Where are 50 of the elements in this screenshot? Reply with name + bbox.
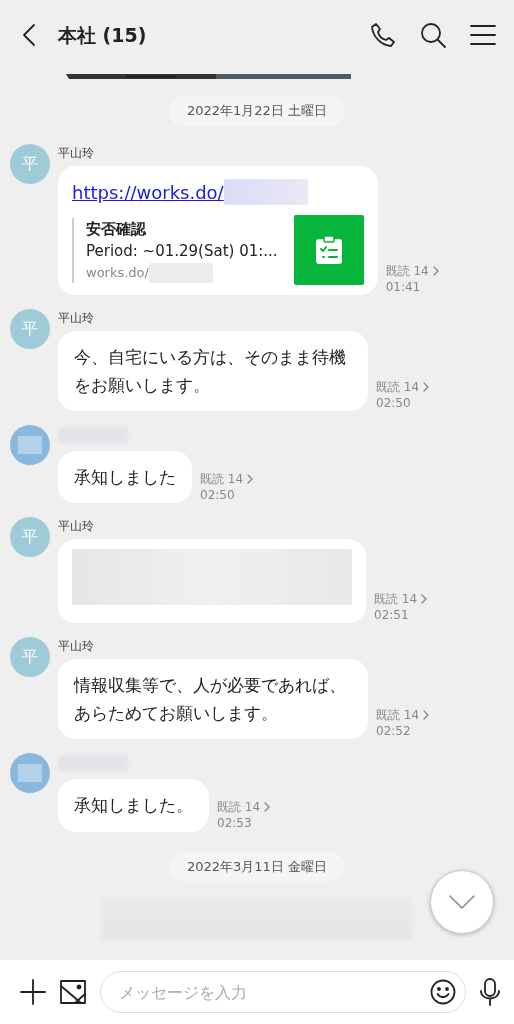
avatar: 平	[10, 143, 50, 184]
clipboard-icon	[314, 235, 343, 266]
chevron-right-icon	[247, 474, 254, 485]
message-time: 02:50	[200, 487, 236, 504]
search-icon[interactable]	[420, 22, 446, 48]
message-time: 01:41	[385, 279, 422, 296]
read-count[interactable]: 既読 14	[374, 591, 418, 608]
image-icon[interactable]	[60, 980, 86, 1004]
preview-domain: works.do/	[86, 263, 149, 282]
date-label: 2022年3月11日 金曜日	[169, 851, 345, 881]
message-bubble: 承知しました。	[58, 779, 209, 832]
chevron-right-icon	[432, 265, 439, 276]
menu-icon[interactable]	[470, 24, 496, 46]
read-count[interactable]: 既読 14	[385, 262, 429, 279]
phone-icon[interactable]	[370, 22, 396, 48]
message-link[interactable]: https://works.do/	[72, 177, 224, 208]
message-bubble: 今、自宅にいる方は、そのまま待機をお願いします。	[58, 331, 368, 412]
message-time: 02:50	[376, 395, 412, 412]
chat-title: 本社 (15)	[58, 22, 148, 48]
chevron-right-icon	[421, 594, 428, 605]
message-time: 02:51	[374, 607, 410, 624]
avatar: 平	[10, 309, 50, 350]
date-label: 2022年1月22日 土曜日	[169, 96, 345, 126]
avatar: 平	[10, 517, 50, 558]
read-count[interactable]: 既読 14	[376, 707, 420, 724]
preview-title: 安否確認	[86, 218, 147, 240]
avatar	[10, 753, 50, 794]
read-count[interactable]: 既読 14	[217, 799, 261, 816]
back-icon[interactable]	[22, 23, 36, 47]
sender-name: 平山玲	[58, 310, 95, 328]
chevron-down-icon	[448, 894, 476, 910]
preview-period: Period: ~01.29(Sat) 01:...	[86, 241, 278, 263]
message-time: 02:52	[376, 723, 412, 740]
sender-name: 平山玲	[58, 144, 95, 162]
message-bubble: 情報収集等で、人が必要であれば、あらためてお願いします。	[58, 659, 368, 740]
avatar	[10, 425, 50, 466]
plus-icon[interactable]	[20, 979, 46, 1005]
message-input[interactable]: メッセージを入力	[100, 971, 466, 1013]
chevron-right-icon	[264, 802, 271, 813]
message-time: 02:53	[217, 815, 253, 832]
read-count[interactable]: 既読 14	[376, 378, 420, 396]
microphone-icon[interactable]	[480, 978, 500, 1006]
read-count[interactable]: 既読 14	[200, 470, 244, 488]
message-bubble: 承知しました	[58, 451, 192, 504]
chevron-right-icon	[423, 382, 430, 392]
emoji-icon[interactable]	[430, 979, 456, 1005]
chevron-right-icon	[423, 710, 430, 721]
sender-name: 平山玲	[58, 518, 95, 536]
avatar: 平	[10, 637, 50, 678]
sender-name: 平山玲	[58, 638, 95, 656]
